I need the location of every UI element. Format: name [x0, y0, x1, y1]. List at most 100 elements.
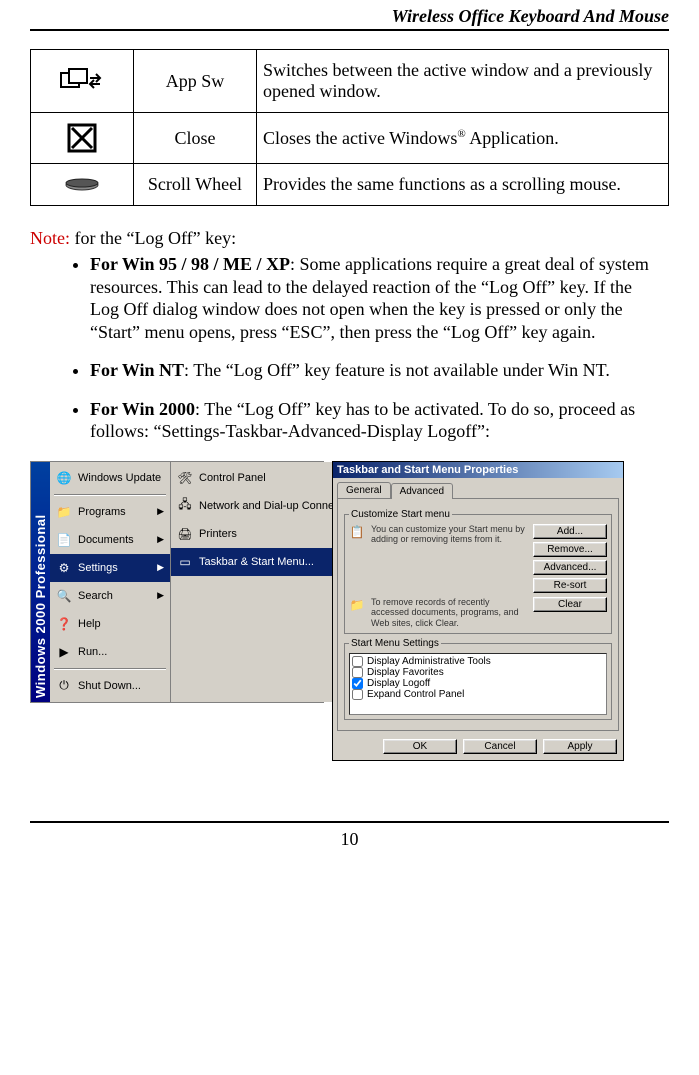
close-desc-prefix: Closes the active Windows — [263, 128, 457, 148]
tab-advanced[interactable]: Advanced — [391, 483, 453, 499]
chevron-right-icon: ▶ — [157, 534, 164, 545]
group-text: You can customize your Start menu by add… — [371, 524, 527, 546]
list-item: For Win 2000: The “Log Off” key has to b… — [90, 398, 669, 443]
note-label: Note: — [30, 228, 70, 248]
function-table: App Sw Switches between the active windo… — [30, 49, 669, 206]
printer-icon: 🖨 — [177, 526, 193, 542]
app-switch-icon — [37, 68, 127, 94]
bullet-bold: For Win 2000 — [90, 399, 195, 419]
startmenu-icon: 📋 — [349, 524, 365, 540]
checkbox[interactable] — [352, 678, 363, 689]
ok-button[interactable]: OK — [383, 739, 457, 754]
dialog-buttons: OK Cancel Apply — [333, 735, 623, 760]
sm-label: Documents — [78, 534, 134, 546]
close-icon — [37, 123, 127, 153]
bullet-list: For Win 95 / 98 / ME / XP: Some applicat… — [30, 253, 669, 443]
clear-text: To remove records of recently accessed d… — [371, 597, 527, 629]
chk-label: Display Favorites — [367, 667, 444, 678]
list-item: For Win 95 / 98 / ME / XP: Some applicat… — [90, 253, 669, 343]
close-name: Close — [134, 113, 257, 164]
sm-label: Taskbar & Start Menu... — [199, 556, 314, 568]
chevron-right-icon: ▶ — [157, 506, 164, 517]
footer-rule — [30, 821, 669, 823]
clear-button[interactable]: Clear — [533, 597, 607, 612]
sm-label: Help — [78, 618, 101, 630]
group-legend: Start Menu Settings — [349, 638, 441, 649]
bullet-bold: For Win 95 / 98 / ME / XP — [90, 254, 290, 274]
appsw-name: App Sw — [134, 50, 257, 113]
taskbar-properties-dialog: Taskbar and Start Menu Properties Genera… — [332, 461, 624, 761]
add-button[interactable]: Add... — [533, 524, 607, 539]
group-legend: Customize Start menu — [349, 509, 452, 520]
sm-label: Run... — [78, 646, 107, 658]
sm-label: Printers — [199, 528, 237, 540]
chevron-right-icon: ▶ — [157, 590, 164, 601]
scroll-desc: Provides the same functions as a scrolli… — [257, 164, 669, 206]
apply-button[interactable]: Apply — [543, 739, 617, 754]
sm-label: Search — [78, 590, 113, 602]
folder-icon: 📁 — [349, 597, 365, 613]
checkbox[interactable] — [352, 667, 363, 678]
chk-favorites[interactable]: Display Favorites — [352, 667, 604, 678]
bullet-bold: For Win NT — [90, 360, 184, 380]
checkbox[interactable] — [352, 689, 363, 700]
chk-admin-tools[interactable]: Display Administrative Tools — [352, 656, 604, 667]
note-line: Note: for the “Log Off” key: — [30, 228, 669, 249]
chk-label: Display Logoff — [367, 678, 430, 689]
bullet-text: : The “Log Off” key feature is not avail… — [184, 360, 610, 380]
sm-help[interactable]: ❓ Help — [50, 610, 170, 638]
header-rule — [30, 29, 669, 31]
customize-start-menu-group: Customize Start menu 📋 You can customize… — [344, 509, 612, 634]
list-item: For Win NT: The “Log Off” key feature is… — [90, 359, 669, 382]
registered-mark: ® — [457, 128, 465, 140]
sm-windows-update[interactable]: 🌐Windows Update — [50, 464, 170, 492]
start-menu-settings-group: Start Menu Settings Display Administrati… — [344, 638, 612, 720]
table-row: App Sw Switches between the active windo… — [31, 50, 669, 113]
sm-separator — [54, 494, 166, 496]
start-menu: Windows 2000 Professional 🌐Windows Updat… — [30, 461, 324, 703]
close-icon-cell — [31, 113, 134, 164]
chk-expand-cp[interactable]: Expand Control Panel — [352, 689, 604, 700]
globe-icon: 🌐 — [56, 470, 72, 486]
control-panel-icon: 🛠 — [177, 470, 193, 486]
checkbox[interactable] — [352, 656, 363, 667]
sm-search[interactable]: 🔍 Search ▶ — [50, 582, 170, 610]
scroll-wheel-icon — [37, 178, 127, 192]
close-desc-suffix: Application. — [466, 128, 559, 148]
programs-icon: 📁 — [56, 504, 72, 520]
appsw-icon-cell — [31, 50, 134, 113]
settings-checklist[interactable]: Display Administrative Tools Display Fav… — [349, 653, 607, 715]
sm-shutdown[interactable]: ⏻ Shut Down... — [50, 672, 170, 700]
screenshots-row: Windows 2000 Professional 🌐Windows Updat… — [30, 461, 669, 761]
chk-label: Expand Control Panel — [367, 689, 464, 700]
sm-documents[interactable]: 📄Documents▶ — [50, 526, 170, 554]
sm-run[interactable]: ▶ Run... — [50, 638, 170, 666]
taskbar-icon: ▭ — [177, 554, 193, 570]
advanced-button[interactable]: Advanced... — [533, 560, 607, 575]
appsw-desc: Switches between the active window and a… — [257, 50, 669, 113]
scroll-icon-cell — [31, 164, 134, 206]
start-menu-banner: Windows 2000 Professional — [31, 462, 50, 702]
gear-icon: ⚙ — [56, 560, 72, 576]
run-icon: ▶ — [56, 644, 72, 660]
chk-logoff[interactable]: Display Logoff — [352, 678, 604, 689]
help-icon: ❓ — [56, 616, 72, 632]
search-icon: 🔍 — [56, 588, 72, 604]
tab-general[interactable]: General — [337, 482, 391, 498]
dialog-tabs: General Advanced — [333, 478, 623, 498]
scroll-name: Scroll Wheel — [134, 164, 257, 206]
resort-button[interactable]: Re-sort — [533, 578, 607, 593]
sm-label: Programs — [78, 506, 126, 518]
dialog-panel: Customize Start menu 📋 You can customize… — [337, 498, 619, 731]
sm-label: Shut Down... — [78, 680, 141, 692]
shutdown-icon: ⏻ — [56, 678, 72, 694]
sm-settings[interactable]: ⚙Settings▶ — [50, 554, 170, 582]
cancel-button[interactable]: Cancel — [463, 739, 537, 754]
chk-label: Display Administrative Tools — [367, 656, 491, 667]
table-row: Close Closes the active Windows® Applica… — [31, 113, 669, 164]
note-text: for the “Log Off” key: — [70, 228, 236, 248]
close-desc: Closes the active Windows® Application. — [257, 113, 669, 164]
sm-programs[interactable]: 📁 Programs ▶ — [50, 498, 170, 526]
chevron-right-icon: ▶ — [157, 562, 164, 573]
remove-button[interactable]: Remove... — [533, 542, 607, 557]
